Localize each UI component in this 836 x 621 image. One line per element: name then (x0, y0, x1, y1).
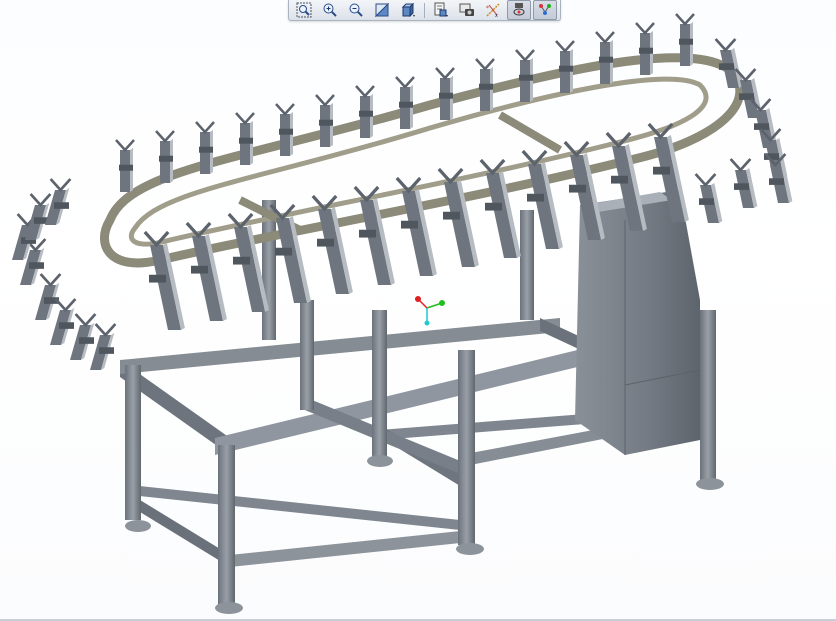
conveyor-3d-model[interactable] (0, 0, 836, 621)
holder-back (395, 76, 415, 129)
holder-left (35, 273, 62, 320)
holders-left-curve (12, 178, 117, 370)
holder-right (694, 173, 723, 223)
saved-orientations-button[interactable] (429, 0, 453, 20)
holder-left (50, 298, 77, 345)
spin-center-icon (513, 3, 525, 16)
frame-foot-back-right (696, 478, 724, 490)
frame-bottom-rail-left (140, 500, 230, 567)
view-manager-button[interactable] (455, 0, 479, 20)
zoom-window-icon (296, 2, 312, 18)
triad-x-end (415, 296, 421, 302)
frame-top-rail-front (215, 345, 598, 455)
frame-leg-front-mid (218, 445, 235, 605)
holder-front (269, 203, 311, 303)
holder-front (395, 176, 437, 276)
spin-center-button[interactable] (507, 0, 531, 20)
annotation-display-icon (539, 4, 551, 15)
svg-text:x: x (495, 13, 498, 18)
zoom-in-button[interactable] (318, 0, 342, 20)
datum-display-icon: * x (486, 3, 500, 18)
holder-back (155, 130, 175, 183)
holder-back (115, 139, 135, 192)
holder-front (479, 158, 521, 258)
saved-orientations-icon (434, 2, 448, 17)
holder-back (515, 49, 535, 102)
holder-left (70, 313, 97, 360)
frame-foot-back-left (367, 455, 393, 467)
holder-back (595, 31, 615, 84)
triad-z-end (424, 320, 430, 326)
holder-left (90, 323, 117, 370)
annotation-display-button[interactable] (533, 0, 557, 20)
frame-leg-front-right (458, 350, 475, 545)
holder-front (311, 194, 353, 294)
view-toolbar: * x (288, 0, 561, 21)
frame-leg-back-right (700, 310, 716, 480)
refit-icon (374, 2, 390, 18)
holder-right (729, 158, 758, 208)
holder-left (25, 193, 52, 240)
frame-foot-front-mid (215, 602, 243, 614)
holder-back (635, 22, 655, 75)
frame-top-rail-back (120, 318, 560, 374)
zoom-window-button[interactable] (292, 0, 316, 20)
holder-right (714, 38, 743, 88)
triad-y-end (439, 300, 445, 306)
holder-front (437, 167, 479, 267)
datum-display-button[interactable]: * x (481, 0, 505, 20)
coordinate-triad (415, 296, 445, 326)
display-style-icon (401, 2, 415, 18)
holder-back (435, 67, 455, 120)
frame-bottom-rail-front (130, 485, 460, 530)
frame-foot-front-right (456, 543, 484, 555)
holder-back (555, 40, 575, 93)
svg-text:*: * (486, 5, 489, 12)
holder-back (355, 85, 375, 138)
frame-leg-back-left (372, 310, 387, 460)
display-style-button[interactable] (396, 0, 420, 20)
frame-foot-front-left (125, 520, 151, 532)
frame-bottom-rail-mid (230, 530, 470, 567)
zoom-out-button[interactable] (344, 0, 368, 20)
holder-front (143, 230, 185, 330)
track-crossbar-2 (497, 111, 563, 154)
frame-leg-inner (300, 300, 314, 410)
holder-left (45, 178, 72, 225)
holder-back (475, 58, 495, 111)
frame-leg-inner-2 (520, 210, 534, 320)
view-manager-icon (459, 3, 474, 16)
holder-front (353, 185, 395, 285)
frame-leg-front-left (125, 365, 141, 520)
toolbar-separator (424, 2, 425, 18)
refit-button[interactable] (370, 0, 394, 20)
holder-front (185, 221, 227, 321)
zoom-out-icon (349, 3, 363, 17)
graphics-viewport[interactable]: * x (0, 0, 836, 621)
zoom-in-icon (323, 3, 337, 17)
